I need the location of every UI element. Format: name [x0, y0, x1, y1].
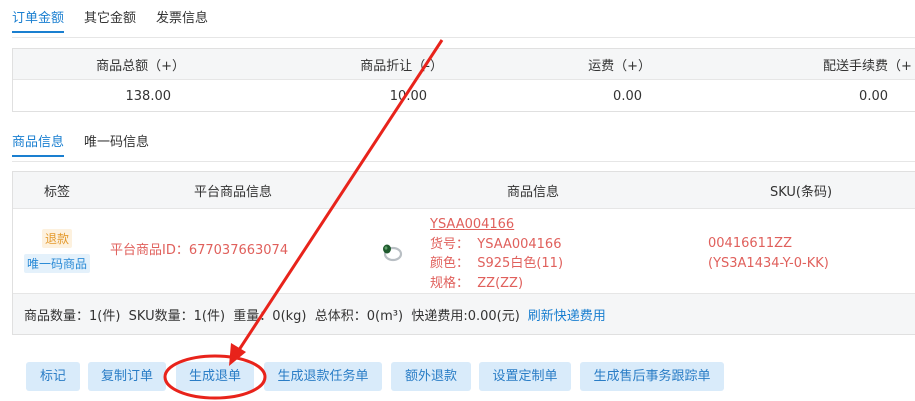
extra-refund-button[interactable]: 额外退款: [391, 362, 471, 391]
create-refund-task-button[interactable]: 生成退款任务单: [264, 362, 382, 391]
amount-tabs: 订单金额 其它金额 发票信息: [12, 7, 228, 33]
refund-tag: 退款: [41, 229, 72, 248]
tab-unique-code-info[interactable]: 唯一码信息: [84, 131, 149, 155]
goods-summary: 商品数量：1(件) SKU数量：1(件) 重量：0(kg) 总体积：0(m³) …: [13, 294, 915, 334]
sku-barcode: (YS3A1434-Y-0-KK): [708, 256, 829, 271]
amount-header-row: 商品总额（+） 商品折让（-） 运费（+） 配送手续费（+: [13, 49, 915, 80]
tag-cell: 退款 唯一码商品: [13, 229, 101, 273]
sku-code: 00416611ZZ: [708, 236, 792, 251]
refresh-shipping-fee-link[interactable]: 刷新快递费用: [528, 305, 606, 324]
create-aftersale-tracking-button[interactable]: 生成售后事务跟踪单: [580, 362, 724, 391]
product-color: 颜色： S925白色(11): [430, 256, 564, 271]
goods-header-platform: 平台商品信息: [193, 184, 272, 200]
amount-goods-total: 138.00: [125, 88, 172, 104]
amount-header-goods-total: 商品总额（+）: [96, 58, 185, 74]
amount-delivery-fee: 0.00: [859, 88, 888, 104]
amount-table: 商品总额（+） 商品折让（-） 运费（+） 配送手续费（+ 138.00 10.…: [12, 48, 915, 112]
goods-header-product: 商品信息: [506, 184, 559, 200]
goods-summary-text: 商品数量：1(件) SKU数量：1(件) 重量：0(kg) 总体积：0(m³) …: [24, 308, 520, 324]
ring-icon: [379, 238, 405, 264]
set-custom-order-button[interactable]: 设置定制单: [479, 362, 571, 391]
unique-code-tag: 唯一码商品: [23, 254, 90, 273]
amount-shipping: 0.00: [613, 88, 642, 104]
goods-header-row: 标签 平台商品信息 商品信息 SKU(条码): [13, 172, 915, 209]
amount-header-discount: 商品折让（-）: [360, 58, 443, 74]
tab-invoice-info[interactable]: 发票信息: [156, 7, 208, 31]
copy-order-button[interactable]: 复制订单: [88, 362, 166, 391]
tab-order-amount[interactable]: 订单金额: [12, 7, 65, 33]
goods-table: 标签 平台商品信息 商品信息 SKU(条码) 退款 唯一码商品 平台商品ID：6…: [12, 171, 915, 335]
amount-discount: 10.00: [389, 88, 427, 104]
tab-other-amount[interactable]: 其它金额: [84, 7, 136, 31]
product-code-link[interactable]: YSAA004166: [430, 215, 563, 235]
goods-header-tag: 标签: [43, 184, 70, 200]
create-return-order-button[interactable]: 生成退单: [176, 362, 254, 391]
goods-tabs: 商品信息 唯一码信息: [12, 131, 169, 157]
product-spec: 规格： ZZ(ZZ): [430, 275, 524, 291]
tab-goods-info[interactable]: 商品信息: [12, 131, 65, 157]
product-article-no: 货号： YSAA004166: [430, 236, 562, 252]
mark-button[interactable]: 标记: [26, 362, 80, 391]
sku-info: 00416611ZZ (YS3A1434-Y-0-KK): [708, 234, 829, 274]
amount-tab-divider: [12, 37, 915, 38]
amount-header-shipping: 运费（+）: [588, 58, 651, 74]
table-row: 退款 唯一码商品 平台商品ID：677037663074 YSAA004166 …: [13, 209, 915, 294]
platform-product-id: 平台商品ID：677037663074: [110, 243, 289, 258]
product-info: YSAA004166 货号： YSAA004166 颜色： S925白色(11)…: [430, 215, 563, 293]
amount-value-row: 138.00 10.00 0.00 0.00: [13, 80, 915, 112]
goods-tab-divider: [12, 161, 915, 162]
goods-header-sku: SKU(条码): [769, 184, 833, 200]
amount-header-delivery-fee: 配送手续费（+: [823, 58, 912, 74]
